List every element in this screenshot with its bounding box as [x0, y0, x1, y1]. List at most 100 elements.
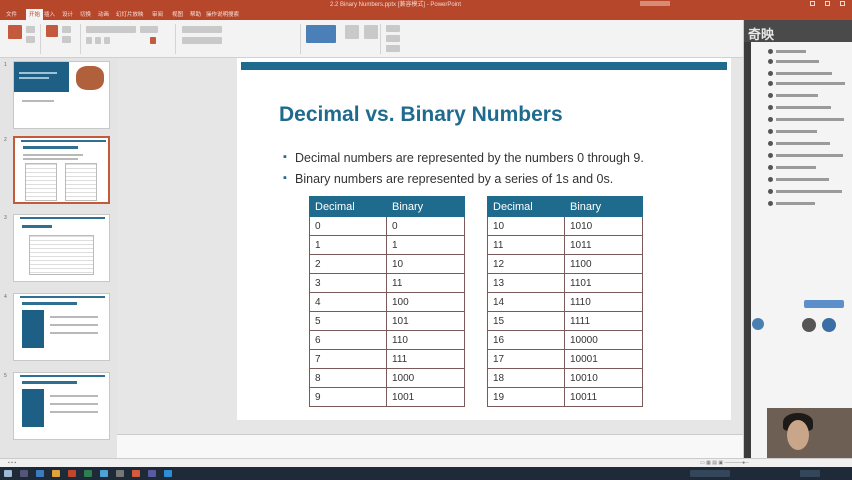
- ribbon-tab[interactable]: 帮助: [190, 10, 201, 18]
- decimal-binary-table-left[interactable]: Decimal Binary 0 0 1 1 2 10 3 11 4 100 5 101 6 110 7 11…: [309, 196, 465, 407]
- table-row: 6 110: [309, 330, 465, 350]
- font-size-box[interactable]: [140, 26, 158, 33]
- font-color-icon[interactable]: [150, 37, 156, 44]
- powerpoint-icon[interactable]: [68, 470, 76, 477]
- new-slide-icon[interactable]: [46, 25, 58, 37]
- ribbon-tab[interactable]: 文件: [6, 10, 17, 18]
- ribbon-separator: [380, 24, 381, 54]
- app-icon[interactable]: [148, 470, 156, 477]
- italic-icon[interactable]: [95, 37, 101, 44]
- ribbon-tab[interactable]: 切换: [80, 10, 91, 18]
- decimal-binary-table-right[interactable]: Decimal Binary 10 1010 11 1011 12 1100 13 1101 1…: [487, 196, 643, 407]
- slide-thumbnail-2[interactable]: [13, 136, 110, 204]
- ribbon-tab[interactable]: 动画: [98, 10, 109, 18]
- find-icon[interactable]: [386, 25, 400, 32]
- chat-user-icon: [768, 141, 773, 146]
- app-icon[interactable]: [84, 470, 92, 477]
- binary-cell: 1001: [386, 387, 465, 407]
- app-icon[interactable]: [116, 470, 124, 477]
- chat-scrollbar[interactable]: [744, 42, 751, 458]
- slide-thumbnail-4[interactable]: [13, 293, 110, 361]
- ribbon-separator: [80, 24, 81, 54]
- chat-bubble[interactable]: [804, 300, 844, 308]
- system-tray[interactable]: [690, 470, 730, 477]
- ribbon-tab[interactable]: 操作说明搜索: [206, 10, 239, 18]
- chat-user-icon: [768, 49, 773, 54]
- ribbon-tab[interactable]: 幻灯片放映: [116, 10, 144, 18]
- quick-styles-icon[interactable]: [364, 25, 378, 39]
- view-controls[interactable]: ▭ ▦ ▤ ▣ ─────●─: [700, 460, 749, 466]
- maximize-icon[interactable]: [825, 1, 830, 6]
- cut-icon[interactable]: [26, 26, 35, 33]
- app-icon[interactable]: [132, 470, 140, 477]
- decimal-cell: 3: [309, 273, 387, 293]
- decimal-cell: 4: [309, 292, 387, 312]
- layout-icon[interactable]: [62, 26, 71, 33]
- app-icon[interactable]: [164, 470, 172, 477]
- arrange-icon[interactable]: [345, 25, 359, 39]
- thumb-table: [65, 163, 97, 201]
- chat-avatar: [802, 318, 816, 332]
- thumb-text-line: [50, 403, 98, 405]
- chat-action-button[interactable]: [752, 318, 764, 330]
- binary-cell: 10010: [564, 368, 643, 388]
- thumb-top-bar: [20, 217, 105, 219]
- chat-user-icon: [768, 153, 773, 158]
- ribbon-tab[interactable]: 开始: [26, 9, 44, 20]
- binary-cell: 1111: [564, 311, 643, 331]
- ribbon-tab[interactable]: 插入: [44, 10, 55, 18]
- taskbar: [0, 467, 852, 480]
- thumb-number: 2: [4, 137, 7, 143]
- reset-icon[interactable]: [62, 36, 71, 43]
- ribbon-tab[interactable]: 审阅: [152, 10, 163, 18]
- copy-icon[interactable]: [26, 36, 35, 43]
- slide-thumbnail-1[interactable]: [13, 61, 110, 129]
- clock-area[interactable]: [800, 470, 820, 477]
- start-icon[interactable]: [4, 470, 12, 477]
- slide-thumbnail-5[interactable]: [13, 372, 110, 440]
- thumb-number: 1: [4, 62, 7, 68]
- title-bar: 2.2 Binary Numbers.pptx [兼容模式] - PowerPo…: [0, 0, 852, 8]
- decimal-cell: 0: [309, 216, 387, 236]
- select-icon[interactable]: [386, 45, 400, 52]
- alignment-controls[interactable]: [182, 37, 222, 44]
- chat-user-icon: [768, 105, 773, 110]
- bullet-list[interactable]: Decimal numbers are represented by the n…: [283, 151, 644, 193]
- table-row: 19 10011: [487, 387, 643, 407]
- ribbon-tab[interactable]: 设计: [62, 10, 73, 18]
- slide-canvas[interactable]: Decimal vs. Binary Numbers Decimal numbe…: [237, 58, 731, 420]
- close-icon[interactable]: [840, 1, 845, 6]
- slide-thumbnail-3[interactable]: [13, 214, 110, 282]
- notes-pane[interactable]: [117, 434, 743, 458]
- thumbnail-pane: 1 2 3 4 5: [0, 58, 117, 458]
- decimal-cell: 8: [309, 368, 387, 388]
- search-icon[interactable]: [20, 470, 28, 477]
- binary-cell: 1101: [564, 273, 643, 293]
- table-row: 15 1111: [487, 311, 643, 331]
- chat-message: [776, 202, 815, 205]
- replace-icon[interactable]: [386, 35, 400, 42]
- underline-icon[interactable]: [104, 37, 110, 44]
- binary-cell: 10001: [564, 349, 643, 369]
- font-name-box[interactable]: [86, 26, 136, 33]
- binary-cell: 101: [386, 311, 465, 331]
- thumb-number: 3: [4, 215, 7, 221]
- chat-message: [776, 130, 817, 133]
- paste-icon[interactable]: [8, 25, 22, 39]
- table-row: 12 1100: [487, 254, 643, 274]
- minimize-icon[interactable]: [810, 1, 815, 6]
- paragraph-controls[interactable]: [182, 26, 222, 33]
- column-header: Binary: [564, 196, 643, 217]
- ribbon-tab[interactable]: 视图: [172, 10, 183, 18]
- chat-app-icon[interactable]: [100, 470, 108, 477]
- folder-icon[interactable]: [52, 470, 60, 477]
- browser-icon[interactable]: [36, 470, 44, 477]
- bold-icon[interactable]: [86, 37, 92, 44]
- slide-title[interactable]: Decimal vs. Binary Numbers: [279, 103, 563, 127]
- account-area[interactable]: [640, 1, 670, 6]
- chat-user-icon: [768, 59, 773, 64]
- column-header: Decimal: [487, 196, 565, 217]
- shapes-gallery[interactable]: [306, 25, 336, 43]
- table-row: 8 1000: [309, 368, 465, 388]
- chat-message: [776, 50, 806, 53]
